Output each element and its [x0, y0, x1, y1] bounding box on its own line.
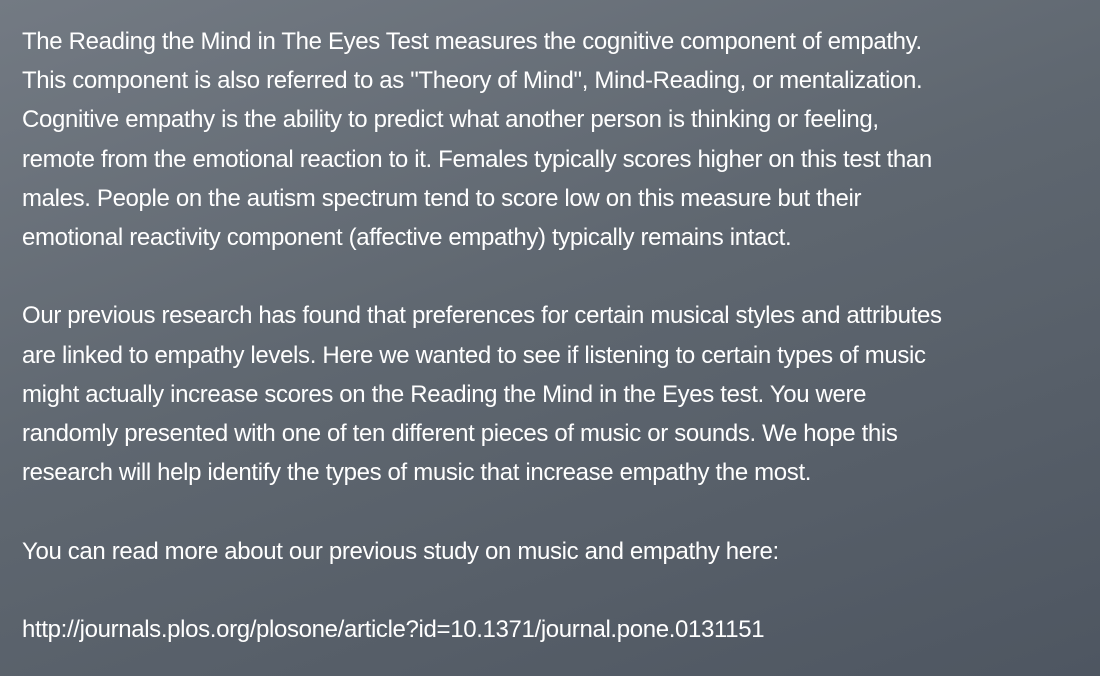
text-line: might actually increase scores on the Re…	[22, 380, 867, 408]
text-line: are linked to empathy levels. Here we wa…	[22, 341, 926, 369]
research-purpose-paragraph: Our previous research has found that pre…	[22, 296, 1082, 492]
text-line: males. People on the autism spectrum ten…	[22, 184, 862, 212]
text-line: emotional reactivity component (affectiv…	[22, 224, 792, 252]
text-line: remote from the emotional reaction to it…	[22, 145, 932, 173]
text-line: You can read more about our previous stu…	[22, 537, 779, 565]
empathy-test-description: The Reading the Mind in The Eyes Test me…	[22, 22, 1082, 257]
text-line: research will help identify the types of…	[22, 459, 812, 487]
text-line: This component is also referred to as "T…	[22, 67, 923, 95]
text-line: Cognitive empathy is the ability to pred…	[22, 106, 879, 134]
text-line: The Reading the Mind in The Eyes Test me…	[22, 28, 922, 55]
study-link-paragraph: http://journals.plos.org/plosone/article…	[22, 610, 1082, 649]
text-line: randomly presented with one of ten diffe…	[22, 420, 898, 448]
read-more-paragraph: You can read more about our previous stu…	[22, 532, 1082, 571]
results-explanation: The Reading the Mind in The Eyes Test me…	[22, 22, 1082, 649]
text-line: Our previous research has found that pre…	[22, 302, 942, 330]
study-link[interactable]: http://journals.plos.org/plosone/article…	[22, 610, 1082, 649]
